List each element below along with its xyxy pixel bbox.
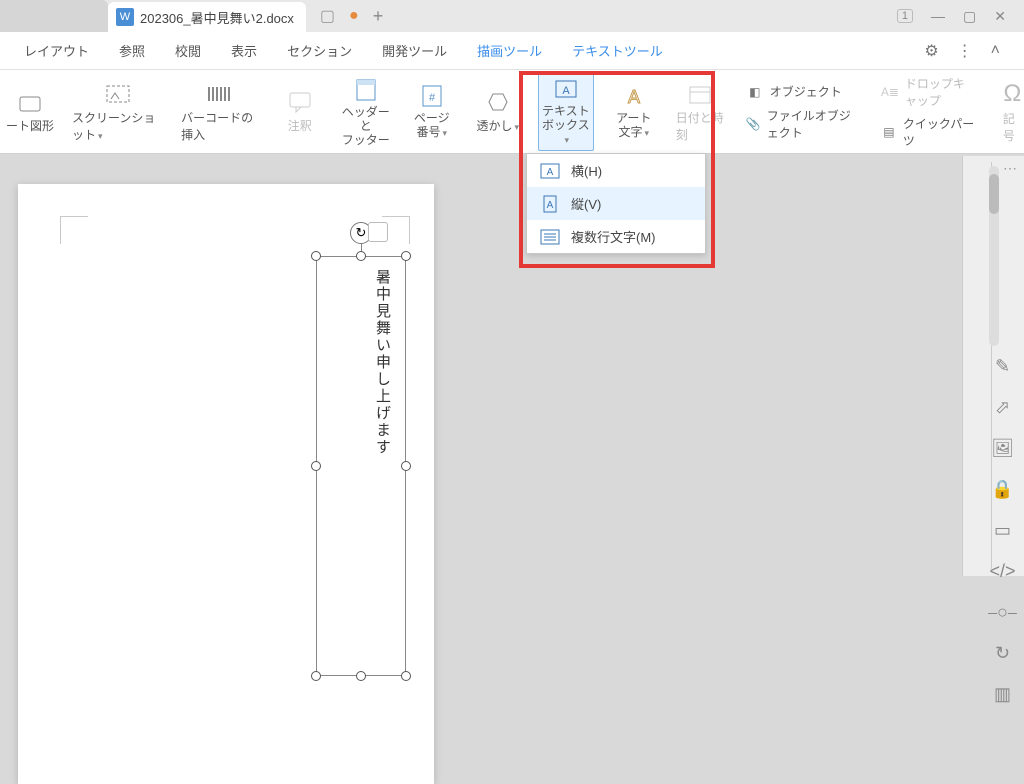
symbol-button[interactable]: Ω 記号: [1003, 80, 1022, 144]
resize-handle[interactable]: [401, 251, 411, 261]
svg-text:#: #: [429, 92, 436, 104]
screenshot-button[interactable]: スクリーンショット: [70, 79, 165, 145]
ribbon-object-group: ◧ オブジェクト 📎 ファイルオブジェクト: [746, 83, 861, 141]
tab-developer[interactable]: 開発ツール: [382, 41, 447, 60]
comment-icon: [287, 89, 313, 115]
layout-tool-icon[interactable]: ▥: [994, 684, 1011, 705]
textbox-icon: A: [553, 76, 579, 102]
wordart-icon: A: [621, 83, 647, 109]
app-badge-icon[interactable]: 1: [897, 9, 913, 23]
new-tab-button[interactable]: +: [373, 6, 384, 27]
tab-view[interactable]: 表示: [231, 41, 257, 60]
page-number-icon: #: [419, 83, 445, 109]
presentation-mode-icon[interactable]: ▢: [320, 6, 335, 26]
attachment-icon: 📎: [746, 115, 761, 133]
resize-handle[interactable]: [311, 461, 321, 471]
close-button[interactable]: ✕: [994, 8, 1006, 25]
textbox-horizontal-item[interactable]: A 横(H): [527, 154, 705, 187]
window-controls: 1 — ▢ ✕: [897, 8, 1024, 25]
svg-text:A: A: [628, 87, 640, 107]
textbox-vertical-icon: A: [539, 195, 561, 213]
textbox-multiline-icon: [539, 228, 561, 246]
maximize-button[interactable]: ▢: [963, 8, 976, 25]
header-footer-button[interactable]: ヘッダーとフッター: [340, 75, 392, 149]
image-tool-icon[interactable]: 🖼: [991, 438, 1014, 459]
panel-drag-dots-icon[interactable]: ⋯: [1003, 160, 1019, 177]
scrollbar[interactable]: [989, 166, 999, 346]
tab-text-tools[interactable]: テキストツール: [572, 41, 663, 60]
resize-handle[interactable]: [356, 671, 366, 681]
omega-icon: Ω: [1003, 80, 1021, 108]
tab-references[interactable]: 参照: [119, 41, 145, 60]
watermark-icon: [485, 89, 511, 115]
tab-review[interactable]: 校閲: [175, 41, 201, 60]
textbox-content[interactable]: 暑中見舞い申し上げます: [372, 269, 393, 456]
textbox-multiline-item[interactable]: 複数行文字(M): [527, 220, 705, 253]
tab-modified-dot-icon: ●: [349, 7, 359, 25]
lock-icon[interactable]: 🔒: [991, 479, 1013, 500]
select-tool-icon[interactable]: ⬀: [995, 397, 1010, 418]
quickparts-button[interactable]: ▤ クイックパーツ: [881, 115, 977, 149]
textbox-context-button[interactable]: [368, 222, 388, 242]
datetime-button[interactable]: 日付と時刻: [674, 79, 726, 145]
textbox-horizontal-icon: A: [539, 162, 561, 180]
comment-button[interactable]: 注釈: [274, 87, 326, 136]
tab-layout[interactable]: レイアウト: [24, 41, 89, 60]
selected-textbox[interactable]: ↻ 暑中見舞い申し上げます: [316, 256, 406, 676]
textbox-frame[interactable]: 暑中見舞い申し上げます: [316, 256, 406, 676]
textbox-button[interactable]: A テキストボックス: [538, 72, 594, 151]
document-page[interactable]: ↻ 暑中見舞い申し上げます: [18, 184, 434, 784]
resize-handle[interactable]: [401, 461, 411, 471]
wordart-button[interactable]: A アート文字: [608, 81, 660, 142]
svg-text:A: A: [562, 85, 570, 97]
collapse-ribbon-icon[interactable]: ˄: [991, 42, 1000, 60]
header-footer-icon: [353, 77, 379, 103]
ribbon-tabs: レイアウト 参照 校閲 表示 セクション 開発ツール 描画ツール テキストツール…: [0, 32, 1024, 70]
settings-icon[interactable]: ⚙: [924, 41, 938, 61]
page-number-button[interactable]: # ページ番号: [406, 81, 458, 142]
form-tool-icon[interactable]: ▭: [994, 520, 1011, 541]
ribbon-dropcap-group: A≣ ドロップキャップ ▤ クイックパーツ: [881, 75, 977, 149]
resize-handle[interactable]: [311, 251, 321, 261]
titlebar: W 202306_暑中見舞い2.docx ▢ ● + 1 — ▢ ✕: [0, 0, 1024, 32]
prev-tab-stub[interactable]: [0, 0, 108, 32]
margin-guide-icon: [60, 216, 88, 244]
smartart-button[interactable]: ート図形: [4, 87, 56, 136]
more-icon[interactable]: ⋮: [957, 41, 973, 61]
watermark-button[interactable]: 透かし: [472, 87, 524, 136]
minimize-button[interactable]: —: [931, 8, 945, 24]
file-object-button[interactable]: 📎 ファイルオブジェクト: [746, 107, 861, 141]
tab-actions: ▢ ● +: [320, 6, 383, 27]
scrollbar-thumb[interactable]: [989, 174, 999, 214]
ribbon-content: ート図形 スクリーンショット バーコードの挿入 注釈 ヘッダーとフッター # ペ…: [0, 70, 1024, 154]
pencil-tool-icon[interactable]: ✎: [995, 356, 1010, 377]
slider-tool-icon[interactable]: ⎯○⎯: [988, 602, 1017, 623]
resize-handle[interactable]: [401, 671, 411, 681]
document-title: 202306_暑中見舞い2.docx: [140, 8, 294, 27]
barcode-icon: [206, 81, 232, 107]
code-tool-icon[interactable]: </>: [989, 561, 1015, 582]
svg-text:A: A: [547, 167, 554, 178]
resize-handle[interactable]: [311, 671, 321, 681]
object-button[interactable]: ◧ オブジェクト: [746, 83, 861, 101]
object-icon: ◧: [746, 83, 764, 101]
dropcap-icon: A≣: [881, 83, 899, 101]
barcode-button[interactable]: バーコードの挿入: [179, 79, 260, 145]
screenshot-icon: [105, 81, 131, 107]
textbox-dropdown: A 横(H) A 縦(V) 複数行文字(M): [526, 153, 706, 254]
tab-section[interactable]: セクション: [287, 41, 352, 60]
document-tab[interactable]: W 202306_暑中見舞い2.docx: [108, 2, 306, 32]
dropcap-button[interactable]: A≣ ドロップキャップ: [881, 75, 977, 109]
word-doc-icon: W: [116, 8, 134, 26]
history-icon[interactable]: ↻: [995, 643, 1010, 664]
tab-drawing-tools[interactable]: 描画ツール: [477, 41, 542, 60]
datetime-icon: [687, 81, 713, 107]
smartart-icon: [17, 89, 43, 115]
quickparts-icon: ▤: [881, 123, 897, 141]
svg-text:A: A: [547, 200, 554, 211]
side-panel: ⋯ ✎ ⬀ 🖼 🔒 ▭ </> ⎯○⎯ ↻ ▥: [962, 156, 1024, 576]
textbox-vertical-item[interactable]: A 縦(V): [527, 187, 705, 220]
resize-handle[interactable]: [356, 251, 366, 261]
canvas-area[interactable]: ↻ 暑中見舞い申し上げます: [0, 156, 962, 576]
